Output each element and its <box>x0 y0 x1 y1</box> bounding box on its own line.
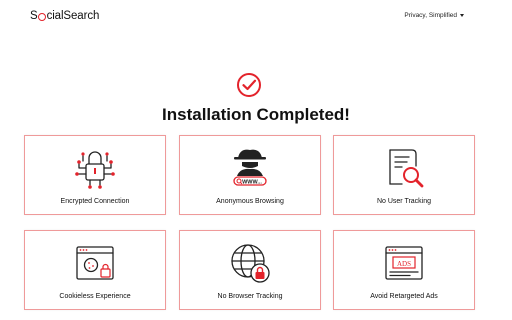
privacy-menu-dropdown[interactable]: Privacy, Simplified <box>404 12 464 19</box>
success-check-icon <box>237 73 261 97</box>
spy-icon: WWW... <box>233 149 267 186</box>
document-search-icon <box>389 149 424 188</box>
feature-label: Avoid Retargeted Ads <box>370 293 438 300</box>
lock-circuit-icon <box>75 151 115 189</box>
feature-card-cookieless-experience: Cookieless Experience <box>24 230 166 310</box>
page-title: Installation Completed! <box>162 105 350 124</box>
logo-circle-icon <box>38 13 47 21</box>
feature-label: No Browser Tracking <box>217 293 283 300</box>
feature-card-anonymous-browsing: WWW... Anonymous Browsing <box>179 135 321 215</box>
privacy-menu-label: Privacy, Simplified <box>404 12 457 19</box>
ads-browser-icon: ADS <box>385 246 423 280</box>
cookie-browser-icon <box>76 246 114 280</box>
feature-label: Anonymous Browsing <box>216 198 284 205</box>
feature-label: No User Tracking <box>376 198 432 205</box>
feature-card-no-user-tracking: No User Tracking <box>333 135 475 215</box>
www-badge-text: WWW... <box>242 179 262 185</box>
globe-lock-icon <box>231 244 270 283</box>
feature-card-encrypted-connection: Encrypted Connection <box>24 135 166 215</box>
logo-prefix: S <box>30 10 38 22</box>
feature-label: Cookieless Experience <box>59 293 131 300</box>
feature-card-no-browser-tracking: No Browser Tracking <box>179 230 321 310</box>
feature-card-avoid-retargeted-ads: ADS Avoid Retargeted Ads <box>333 230 475 310</box>
caret-down-icon <box>460 14 464 17</box>
feature-label: Encrypted Connection <box>60 198 130 205</box>
logo-suffix: cialSearch <box>46 10 100 22</box>
ads-badge-text: ADS <box>397 260 411 268</box>
brand-logo[interactable]: ScialSearch <box>30 10 99 22</box>
